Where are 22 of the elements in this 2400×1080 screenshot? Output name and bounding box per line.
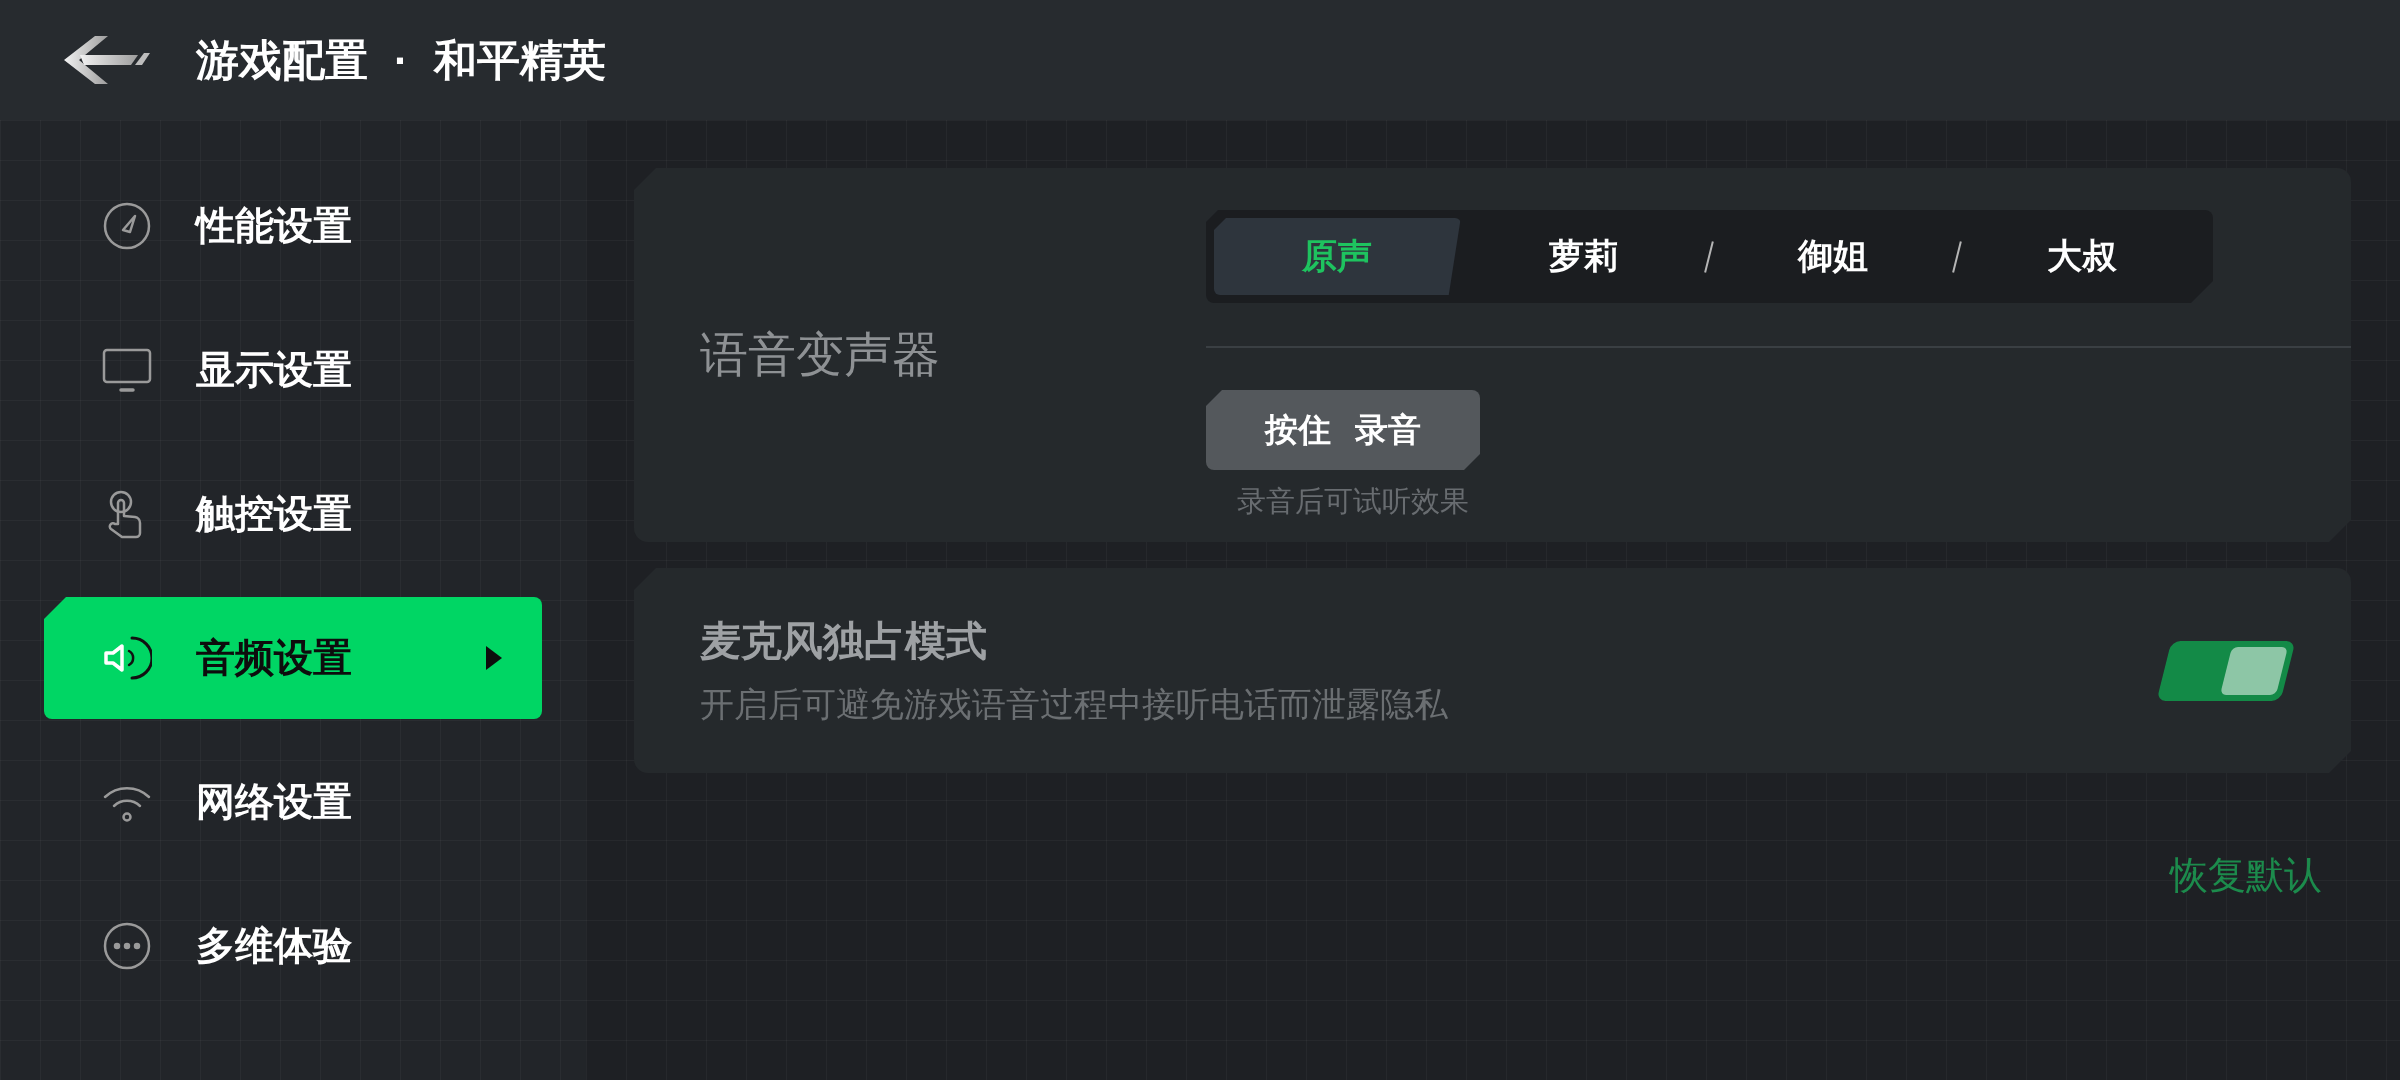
caret-right-icon (486, 646, 502, 670)
sidebar-item[interactable]: 性能设置 (44, 165, 542, 287)
setting-description: 开启后可避免游戏语音过程中接听电话而泄露隐私 (700, 683, 1448, 725)
voice-tab[interactable]: 大叔 (1958, 218, 2205, 295)
sidebar-item[interactable]: 触控设置 (44, 453, 542, 575)
voice-tab[interactable]: 原声 (1214, 218, 1461, 295)
record-button[interactable]: 按住 录音 (1206, 390, 1480, 470)
sidebar-item[interactable]: 音频设置 (44, 597, 542, 719)
more-dots-icon (102, 921, 152, 971)
sidebar-item[interactable]: 网络设置 (44, 741, 542, 863)
voice-tab[interactable]: 萝莉 (1460, 218, 1708, 295)
restore-defaults-button[interactable]: 恢复默认 (2170, 847, 2322, 904)
hint-text: 录音后可试听效果 (1237, 484, 1469, 519)
sidebar-item[interactable]: 显示设置 (44, 309, 542, 431)
gauge-icon (102, 201, 152, 251)
page-title: 游戏配置 · 和平精英 (196, 34, 607, 86)
toggle-knob (2220, 646, 2288, 695)
setting-label: 语音变声器 (700, 327, 941, 383)
sidebar-item[interactable]: 多维体验 (44, 885, 542, 1007)
back-arrow-icon[interactable] (62, 36, 150, 84)
voice-tab[interactable]: 御姐 (1709, 218, 1957, 295)
setting-title: 麦克风独占模式 (700, 617, 987, 667)
